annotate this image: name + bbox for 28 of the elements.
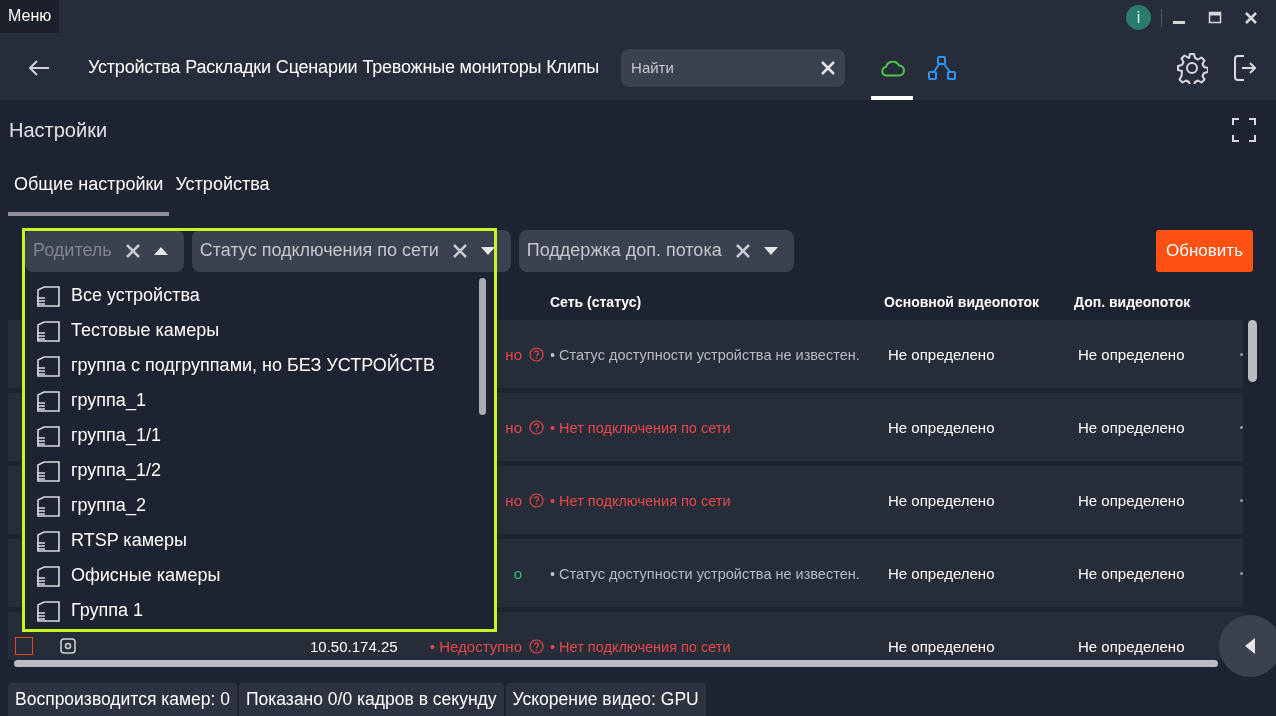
table-cell: Не определено [1078, 564, 1185, 582]
availability-status: о [513, 564, 522, 582]
network-status: • Статус доступности устройства не известен. [550, 346, 860, 363]
table-cell: Не определено [1078, 345, 1185, 363]
network-status: • Нет подключения по сети [550, 419, 731, 436]
table-cell: Не определено [888, 418, 995, 436]
table-cell: Не определено [1078, 491, 1185, 509]
network-status: • Нет подключения по сети [550, 638, 731, 655]
availability-status: но [505, 418, 522, 436]
table-cell: Не определено [888, 345, 995, 363]
table-cell: 10.50.174.25 [310, 637, 398, 655]
table-cell: Не определено [1078, 637, 1185, 655]
column-header: Доп. видеопоток [1074, 294, 1191, 310]
status-item: Воспроизводится камер: 0 [8, 683, 237, 716]
status-item: Показано 0/0 кадров в секунду [238, 683, 504, 716]
availability-status: • Недоступно [429, 637, 522, 655]
column-header: Сеть (статус) [550, 294, 642, 310]
table-cell: Не определено [888, 637, 995, 655]
status-item: Ускорение видео: GPU [505, 683, 706, 716]
table-cell: Не определено [888, 491, 995, 509]
page-title: Настройки [9, 118, 108, 142]
table-cell: Не определено [1078, 418, 1185, 436]
network-status: • Нет подключения по сети [550, 492, 731, 509]
availability-status: но [505, 345, 522, 363]
table-cell: Не определено [888, 564, 995, 582]
availability-status: но [505, 491, 522, 509]
column-header: Основной видеопоток [884, 294, 1040, 310]
network-status: • Статус доступности устройства не известен. [550, 565, 860, 582]
